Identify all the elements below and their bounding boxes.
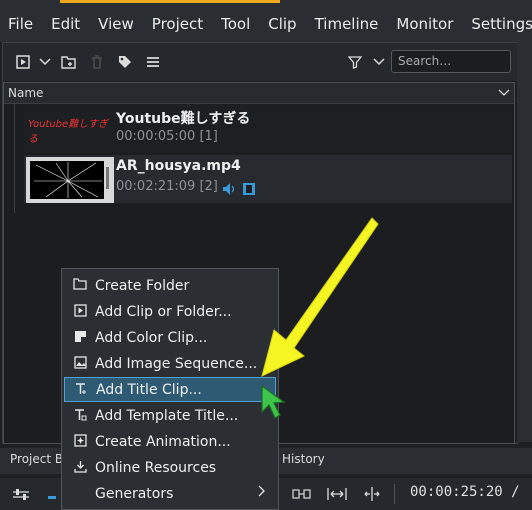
tab-history[interactable]: History xyxy=(282,452,325,466)
hamburger-menu-icon[interactable] xyxy=(143,52,163,72)
menu-item-online-resources[interactable]: Online Resources xyxy=(64,455,276,480)
menubar: File Edit View Project Tool Clip Timelin… xyxy=(0,6,532,42)
menu-view[interactable]: View xyxy=(89,15,143,33)
clip-duration: 00:02:21:09 [2] xyxy=(116,179,218,194)
menu-clip[interactable]: Clip xyxy=(259,15,305,33)
chevron-down-icon[interactable] xyxy=(35,52,55,72)
menu-item-create-animation[interactable]: Create Animation... xyxy=(64,429,276,454)
menu-item-label: Add Image Sequence... xyxy=(95,355,258,372)
menu-item-label: Create Animation... xyxy=(95,433,231,450)
clip-name: Youtube難しすぎる xyxy=(116,111,251,127)
clip-duration: 00:00:05:00 [1] xyxy=(116,129,218,144)
divider xyxy=(394,484,395,504)
chevron-down-icon[interactable] xyxy=(498,84,510,100)
right-panel-edge xyxy=(517,42,532,442)
animation-icon xyxy=(72,433,88,450)
column-name-label: Name xyxy=(8,86,44,100)
image-sequence-icon xyxy=(72,355,88,372)
folder-plus-icon xyxy=(72,278,88,293)
folder-add-icon[interactable] xyxy=(59,52,79,72)
tree-line xyxy=(14,103,15,213)
menu-item-label: Create Folder xyxy=(95,277,190,294)
name-column-header[interactable]: Name xyxy=(4,83,514,104)
insert-icon[interactable] xyxy=(292,486,312,506)
split-icon[interactable] xyxy=(362,486,382,506)
cursor-arrow-icon xyxy=(261,384,286,419)
color-clip-icon xyxy=(72,330,88,346)
menu-file[interactable]: File xyxy=(0,15,42,33)
expand-icon[interactable] xyxy=(327,486,347,506)
list-item[interactable]: AR_housya.mp4 00:02:21:09 [2] xyxy=(24,155,512,203)
bin-toolbar: Search… xyxy=(3,43,517,81)
title-accent xyxy=(60,0,280,3)
add-clip-icon xyxy=(72,303,88,320)
trash-icon[interactable] xyxy=(87,52,107,72)
clip-thumbnail xyxy=(26,157,114,203)
chevron-right-icon xyxy=(258,485,266,501)
menu-item-generators[interactable]: Generators xyxy=(64,481,276,506)
clip-thumbnail: Youtube難しすぎる xyxy=(26,107,114,153)
menu-monitor[interactable]: Monitor xyxy=(387,15,462,33)
list-item[interactable]: Youtube難しすぎる Youtube難しすぎる 00:00:05:00 [1… xyxy=(24,105,512,153)
track-icon[interactable] xyxy=(46,486,58,506)
tab-project-bin[interactable]: Project Bi xyxy=(10,452,66,466)
download-icon xyxy=(72,460,88,476)
timeline-settings-icon[interactable] xyxy=(12,486,30,506)
tag-icon[interactable] xyxy=(115,52,135,72)
menu-timeline[interactable]: Timeline xyxy=(306,15,388,33)
menu-settings[interactable]: Settings xyxy=(462,15,532,33)
menu-item-label: Add Title Clip... xyxy=(96,381,202,398)
menu-project[interactable]: Project xyxy=(143,15,212,33)
audio-icon[interactable] xyxy=(222,181,236,200)
menu-item-label: Generators xyxy=(95,485,174,502)
add-clip-icon[interactable] xyxy=(13,52,33,72)
menu-item-label: Add Clip or Folder... xyxy=(95,303,232,320)
menu-tool[interactable]: Tool xyxy=(212,15,259,33)
title-clip-icon xyxy=(73,382,89,398)
video-icon[interactable] xyxy=(242,181,256,200)
clip-name: AR_housya.mp4 xyxy=(116,158,241,174)
menu-item-label: Online Resources xyxy=(95,459,217,476)
search-input[interactable]: Search… xyxy=(391,50,511,73)
menu-edit[interactable]: Edit xyxy=(42,15,89,33)
filter-chevron-icon[interactable] xyxy=(369,52,389,72)
menu-item-label: Add Color Clip... xyxy=(95,329,208,346)
timecode-display: 00:00:25:20 / xyxy=(410,484,520,500)
filter-icon[interactable] xyxy=(345,52,365,72)
menu-item-label: Add Template Title... xyxy=(95,407,239,424)
template-title-icon xyxy=(72,408,88,424)
